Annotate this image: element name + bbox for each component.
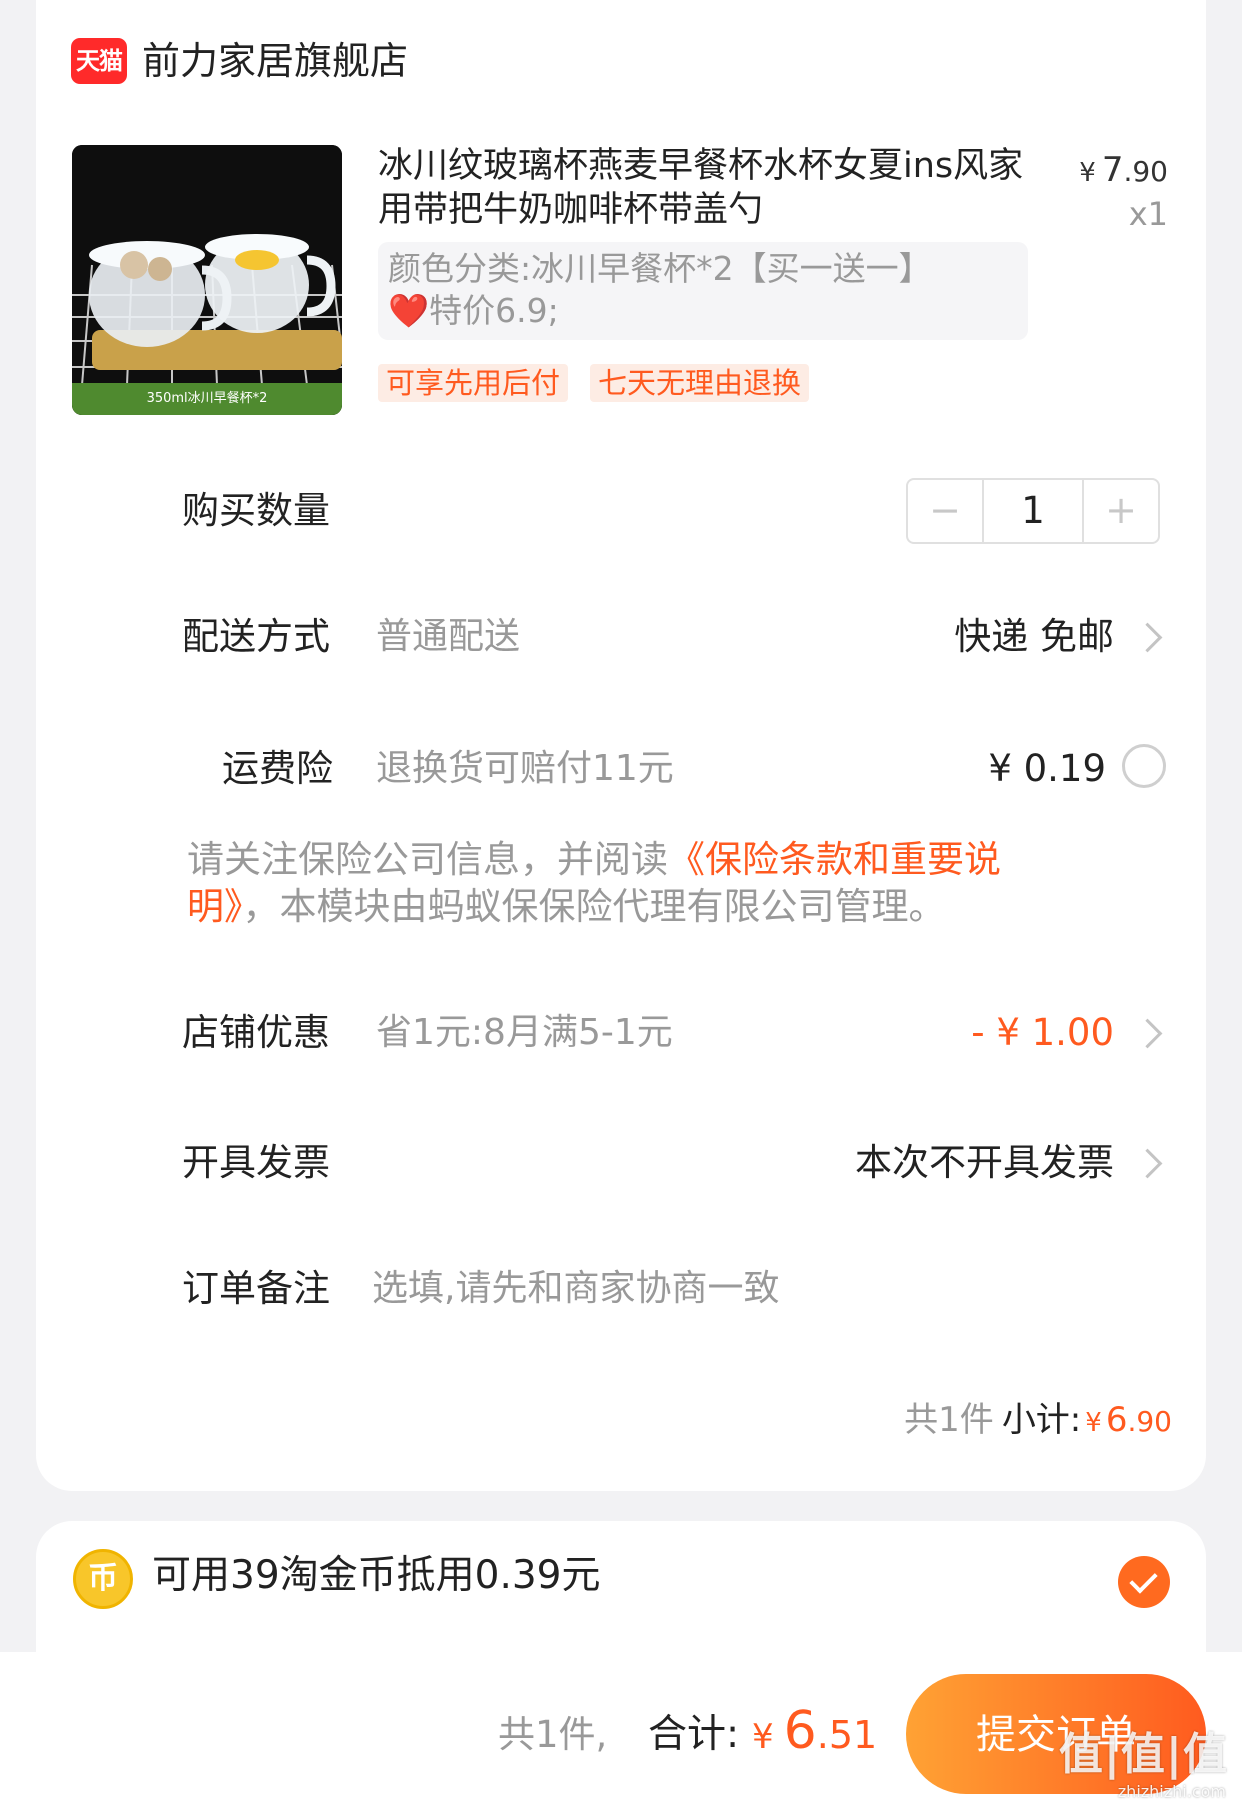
product-title[interactable]: 冰川纹玻璃杯燕麦早餐杯水杯女夏ins风家用带把牛奶咖啡杯带盖勺 <box>378 144 1028 232</box>
increment-button[interactable]: + <box>1084 480 1158 542</box>
store-discount-value[interactable]: - ¥ 1.00 <box>971 1008 1114 1058</box>
quantity-label: 购买数量 <box>182 489 330 532</box>
store-discount-desc: 省1元:8月满5-1元 <box>376 1012 673 1053</box>
total-item-count: 共1件, <box>498 1713 608 1756</box>
total-amount: ¥6.51 <box>752 1701 878 1761</box>
delivery-value[interactable]: 快递 免邮 <box>954 612 1114 662</box>
coin-checkbox-checked-icon[interactable] <box>1118 1556 1170 1608</box>
insurance-desc: 退换货可赔付11元 <box>376 748 674 789</box>
watermark-logo: 值|值|值 <box>1058 1729 1228 1780</box>
insurance-radio[interactable] <box>1122 744 1166 788</box>
invoice-label: 开具发票 <box>182 1141 330 1184</box>
delivery-method: 普通配送 <box>376 616 521 657</box>
insurance-notice: 请关注保险公司信息，并阅读《保险条款和重要说明》，本模块由蚂蚁保保险代理有限公司… <box>187 838 1001 928</box>
tmall-logo: 天猫 <box>71 38 127 84</box>
product-image-banner: 350ml冰川早餐杯*2 <box>72 383 342 415</box>
sku-line-1: 颜色分类:冰川早餐杯*2【买一送一】 <box>388 249 932 288</box>
product-quantity: x1 <box>1128 195 1168 233</box>
product-image[interactable]: 350ml冰川早餐杯*2 <box>72 145 342 415</box>
insurance-price: ¥ 0.19 <box>988 747 1106 790</box>
product-photo <box>72 145 342 415</box>
invoice-value[interactable]: 本次不开具发票 <box>855 1138 1114 1188</box>
heart-icon: ❤️ <box>388 291 430 330</box>
store-name[interactable]: 前力家居旗舰店 <box>142 36 408 86</box>
product-price: ¥7.90 <box>1079 150 1168 190</box>
sku-info[interactable]: 颜色分类:冰川早餐杯*2【买一送一】 ❤️特价6.9; <box>378 242 1028 340</box>
tag-seven-day-return: 七天无理由退换 <box>590 364 810 402</box>
delivery-label: 配送方式 <box>182 615 330 658</box>
store-discount-label: 店铺优惠 <box>182 1011 330 1054</box>
quantity-value[interactable]: 1 <box>982 480 1084 542</box>
total-label: 合计: <box>648 1712 740 1757</box>
coin-deduction-text: 可用39淘金币抵用0.39元 <box>152 1553 601 1598</box>
quantity-stepper[interactable]: − 1 + <box>906 478 1160 544</box>
remark-label: 订单备注 <box>182 1267 330 1310</box>
taojinbi-coin-icon: 币 <box>73 1549 133 1609</box>
watermark-url: zhizhizhi.com <box>1117 1782 1226 1801</box>
insurance-label: 运费险 <box>222 747 333 790</box>
decrement-button[interactable]: − <box>908 480 982 542</box>
remark-input[interactable]: 选填,请先和商家协商一致 <box>372 1264 779 1314</box>
tag-pay-later: 可享先用后付 <box>378 364 569 402</box>
subtotal: 共1件 小计: ¥6.90 <box>904 1400 1172 1440</box>
sku-line-2: ❤️特价6.9; <box>388 291 559 330</box>
